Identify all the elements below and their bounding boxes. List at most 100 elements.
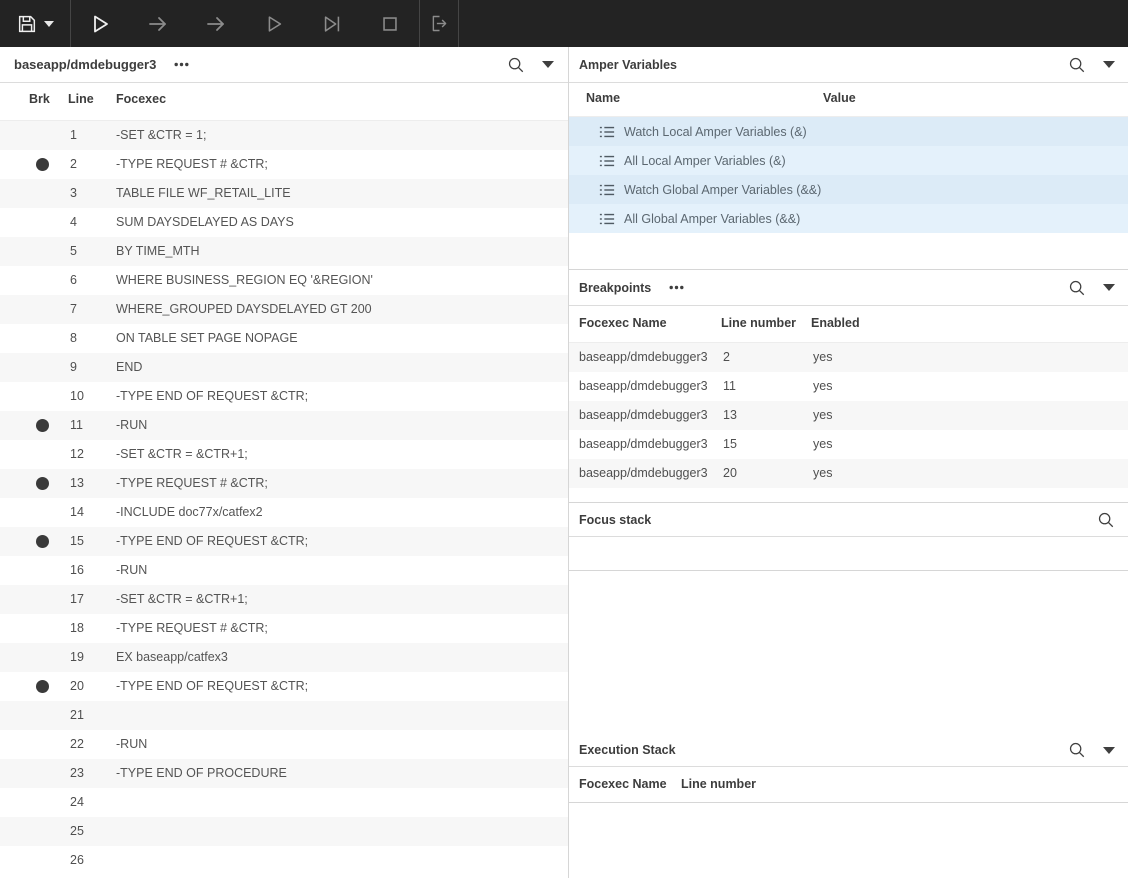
code-row[interactable]: 2-TYPE REQUEST # &CTR; — [0, 150, 568, 179]
breakpoint-gutter[interactable] — [36, 303, 49, 316]
breakpoints-table-header: Focexec Name Line number Enabled — [569, 306, 1128, 343]
list-icon — [599, 212, 615, 226]
code-row[interactable]: 17-SET &CTR = &CTR+1; — [0, 585, 568, 614]
code-text: WHERE_GROUPED DAYSDELAYED GT 200 — [116, 302, 372, 316]
code-row[interactable]: 6WHERE BUSINESS_REGION EQ '&REGION' — [0, 266, 568, 295]
breakpoint-gutter[interactable] — [36, 332, 49, 345]
code-text: EX baseapp/catfex3 — [116, 650, 228, 664]
breakpoint-gutter[interactable] — [36, 593, 49, 606]
code-row[interactable]: 14 -INCLUDE doc77x/catfex2 — [0, 498, 568, 527]
source-table-header: Brk Line Focexec — [0, 83, 568, 121]
breakpoint-gutter[interactable] — [36, 448, 49, 461]
code-row[interactable]: 5BY TIME_MTH — [0, 237, 568, 266]
code-row[interactable]: 16-RUN — [0, 556, 568, 585]
step-button[interactable] — [129, 0, 187, 47]
breakpoint-enabled: yes — [813, 408, 832, 422]
breakpoint-gutter[interactable] — [36, 622, 49, 635]
search-icon[interactable] — [1068, 56, 1086, 74]
code-row[interactable]: 9END — [0, 353, 568, 382]
code-text: -INCLUDE doc77x/catfex2 — [116, 505, 263, 519]
code-text: -TYPE REQUEST # &CTR; — [116, 157, 268, 171]
stop-button[interactable] — [361, 0, 419, 47]
breakpoint-gutter[interactable] — [36, 535, 49, 548]
exit-debugger-button[interactable] — [420, 0, 458, 47]
code-row[interactable]: 25 — [0, 817, 568, 846]
code-row[interactable]: 10-TYPE END OF REQUEST &CTR; — [0, 382, 568, 411]
breakpoint-gutter[interactable] — [36, 216, 49, 229]
ellipsis-menu-icon[interactable] — [174, 62, 189, 67]
breakpoint-row[interactable]: baseapp/dmdebugger3 11 yes — [569, 372, 1128, 401]
breakpoint-gutter[interactable] — [36, 158, 49, 171]
search-icon[interactable] — [507, 56, 525, 74]
code-row[interactable]: 23-TYPE END OF PROCEDURE — [0, 759, 568, 788]
run-to-end-button[interactable] — [303, 0, 361, 47]
chevron-down-icon[interactable] — [542, 61, 554, 68]
chevron-down-icon[interactable] — [1103, 61, 1115, 68]
code-row[interactable]: 15-TYPE END OF REQUEST &CTR; — [0, 527, 568, 556]
line-number: 13 — [70, 476, 84, 490]
breakpoint-gutter[interactable] — [36, 274, 49, 287]
amper-variables-section: Amper Variables Name Value Watch Local A… — [569, 47, 1128, 270]
code-row[interactable]: 1-SET &CTR = 1; — [0, 121, 568, 150]
code-row[interactable]: 18-TYPE REQUEST # &CTR; — [0, 614, 568, 643]
amper-variables-item[interactable]: Watch Local Amper Variables (&) — [569, 117, 1128, 146]
code-text: TABLE FILE WF_RETAIL_LITE — [116, 186, 291, 200]
chevron-down-icon[interactable] — [1103, 284, 1115, 291]
code-row[interactable]: 26 — [0, 846, 568, 875]
breakpoint-row[interactable]: baseapp/dmdebugger3 15 yes — [569, 430, 1128, 459]
breakpoint-gutter[interactable] — [36, 187, 49, 200]
code-row[interactable]: 20-TYPE END OF REQUEST &CTR; — [0, 672, 568, 701]
line-number: 14 — [70, 505, 84, 519]
breakpoint-gutter[interactable] — [36, 390, 49, 403]
chevron-down-icon[interactable] — [1103, 747, 1115, 754]
code-text: -TYPE END OF REQUEST &CTR; — [116, 389, 308, 403]
breakpoint-gutter[interactable] — [36, 564, 49, 577]
search-icon[interactable] — [1068, 741, 1086, 759]
code-row[interactable]: 21 — [0, 701, 568, 730]
amper-variables-item[interactable]: All Local Amper Variables (&) — [569, 146, 1128, 175]
breakpoint-gutter[interactable] — [36, 680, 49, 693]
breakpoint-gutter[interactable] — [36, 767, 49, 780]
code-row[interactable]: 24 — [0, 788, 568, 817]
breakpoint-gutter[interactable] — [36, 361, 49, 374]
save-button[interactable] — [0, 0, 70, 47]
breakpoint-gutter[interactable] — [36, 129, 49, 142]
breakpoint-gutter[interactable] — [36, 738, 49, 751]
code-row[interactable]: 12-SET &CTR = &CTR+1; — [0, 440, 568, 469]
code-row[interactable]: 3TABLE FILE WF_RETAIL_LITE — [0, 179, 568, 208]
execution-stack-table-header: Focexec Name Line number — [569, 767, 1128, 803]
breakpoint-gutter[interactable] — [36, 506, 49, 519]
continue-button[interactable] — [245, 0, 303, 47]
search-icon[interactable] — [1068, 279, 1086, 297]
code-row[interactable]: 4SUM DAYSDELAYED AS DAYS — [0, 208, 568, 237]
breakpoint-gutter[interactable] — [36, 825, 49, 838]
breakpoint-gutter[interactable] — [36, 419, 49, 432]
exit-icon — [429, 13, 450, 34]
breakpoint-row[interactable]: baseapp/dmdebugger3 13 yes — [569, 401, 1128, 430]
amper-variables-item[interactable]: All Global Amper Variables (&&) — [569, 204, 1128, 233]
breakpoint-row[interactable]: baseapp/dmdebugger3 2 yes — [569, 343, 1128, 372]
breakpoint-gutter[interactable] — [36, 651, 49, 664]
list-icon — [599, 125, 615, 139]
code-row[interactable]: 22-RUN — [0, 730, 568, 759]
breakpoint-row[interactable]: baseapp/dmdebugger3 20 yes — [569, 459, 1128, 488]
breakpoint-gutter[interactable] — [36, 854, 49, 867]
amper-variables-item[interactable]: Watch Global Amper Variables (&&) — [569, 175, 1128, 204]
breakpoint-gutter[interactable] — [36, 477, 49, 490]
code-row[interactable]: 8ON TABLE SET PAGE NOPAGE — [0, 324, 568, 353]
ellipsis-menu-icon[interactable] — [669, 285, 684, 290]
code-row[interactable]: 19EX baseapp/catfex3 — [0, 643, 568, 672]
code-row[interactable]: 13-TYPE REQUEST # &CTR; — [0, 469, 568, 498]
column-header-value: Value — [823, 91, 856, 105]
breakpoint-focexec: baseapp/dmdebugger3 — [579, 437, 708, 451]
code-row[interactable]: 11-RUN — [0, 411, 568, 440]
step-over-button[interactable] — [187, 0, 245, 47]
code-text: WHERE BUSINESS_REGION EQ '&REGION' — [116, 273, 373, 287]
code-row[interactable]: 7WHERE_GROUPED DAYSDELAYED GT 200 — [0, 295, 568, 324]
breakpoint-gutter[interactable] — [36, 796, 49, 809]
search-icon[interactable] — [1097, 511, 1115, 529]
breakpoint-gutter[interactable] — [36, 709, 49, 722]
line-number: 25 — [70, 824, 84, 838]
run-button[interactable] — [71, 0, 129, 47]
breakpoint-gutter[interactable] — [36, 245, 49, 258]
